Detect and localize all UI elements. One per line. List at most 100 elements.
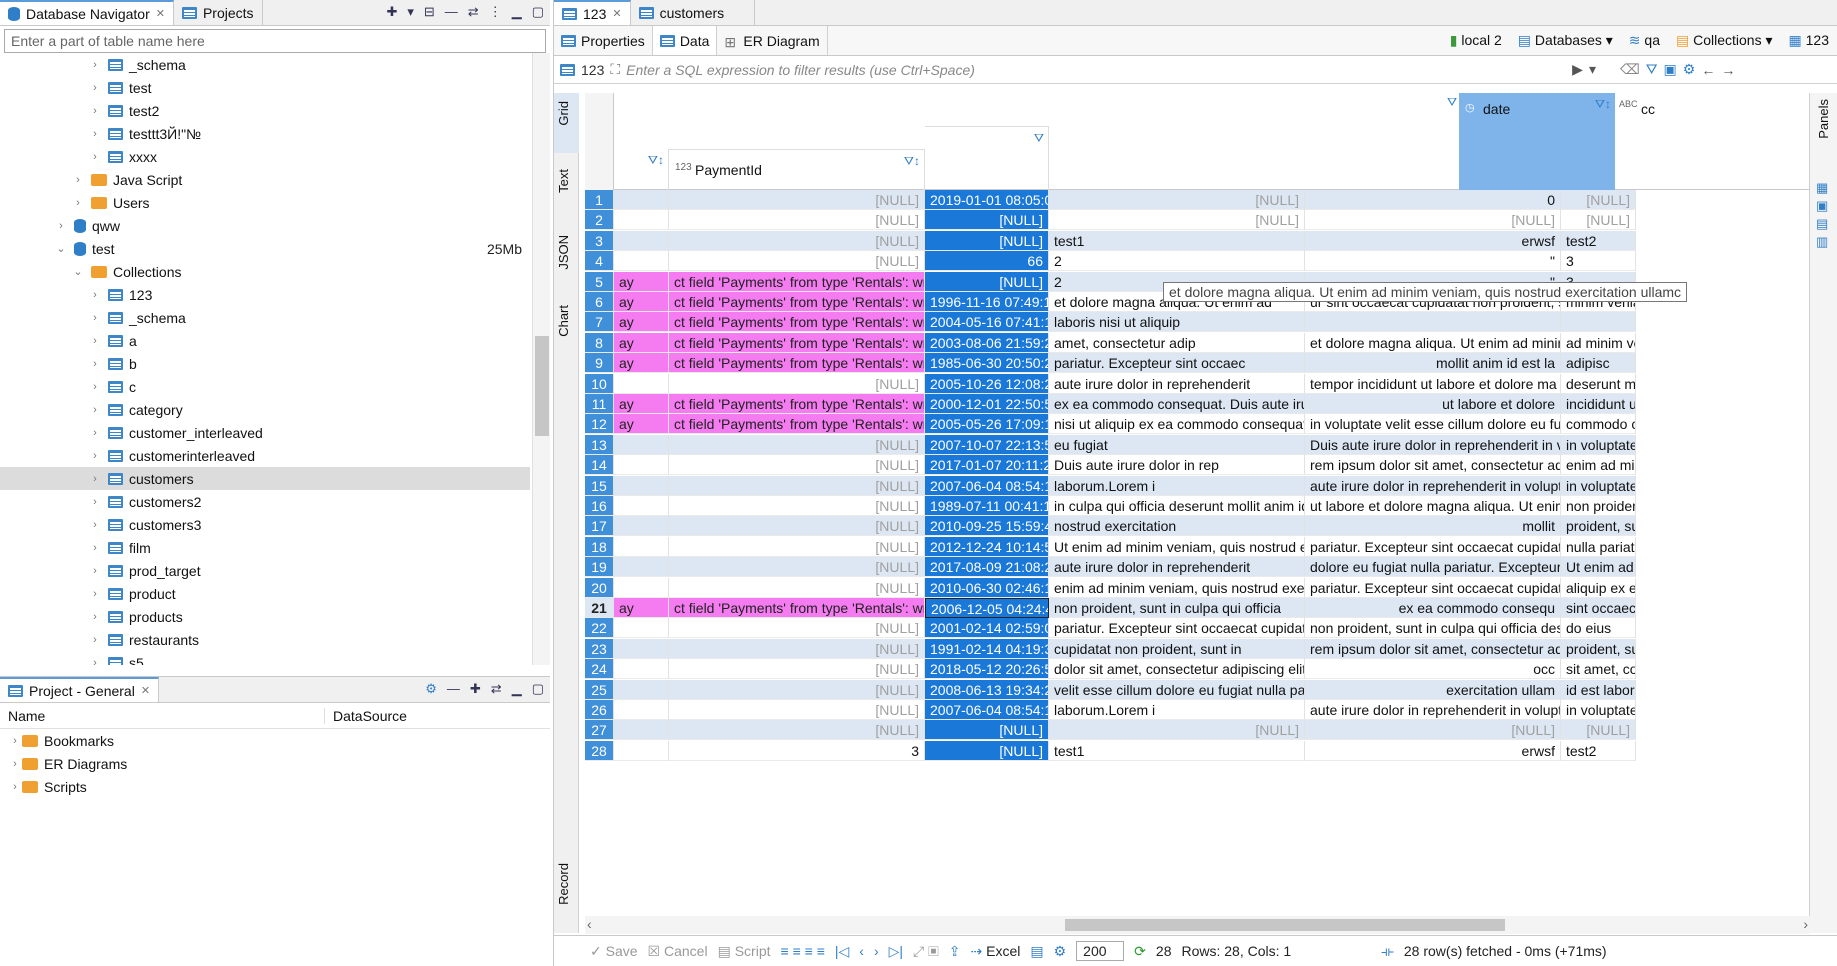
table-cell[interactable] — [614, 475, 669, 496]
table-cell[interactable]: velit esse cillum dolore eu fugiat nulla… — [1049, 679, 1305, 700]
tab-123[interactable]: 123 ✕ — [554, 0, 631, 25]
chevron-right-icon[interactable]: › — [54, 220, 68, 232]
chevron-right-icon[interactable]: › — [88, 473, 102, 485]
chevron-right-icon[interactable]: › — [88, 358, 102, 370]
link-icon[interactable]: ⇄ — [468, 4, 479, 20]
table-cell[interactable]: ay — [614, 292, 669, 312]
row-number[interactable]: 4 — [585, 251, 614, 272]
table-cell[interactable] — [614, 618, 669, 639]
tab-projects[interactable]: Projects — [174, 0, 263, 25]
table-cell[interactable]: Duis aute irure dolor in reprehenderit i… — [1305, 434, 1561, 455]
table-cell[interactable]: Ut enim ad minim veniam, quis nostrud ex… — [1049, 536, 1305, 557]
table-cell[interactable]: test1 — [1049, 740, 1305, 761]
databases-selector[interactable]: ▤ Databases ▾ — [1518, 32, 1613, 49]
table-cell[interactable] — [614, 659, 669, 680]
row-number[interactable]: 8 — [585, 332, 614, 353]
table-cell[interactable]: in voluptate — [1561, 475, 1636, 496]
table-cell[interactable]: 2017-01-07 20:11:24 — [925, 455, 1049, 476]
chevron-right-icon[interactable]: › — [88, 105, 102, 117]
table-cell[interactable]: 1996-11-16 07:49:11 — [925, 292, 1049, 312]
scroll-thumb[interactable] — [535, 336, 549, 436]
table-cell[interactable]: in voluptate — [1561, 434, 1636, 455]
minimize-view-icon[interactable]: ▁ — [512, 681, 522, 697]
table-cell[interactable]: tempor incididunt ut labore et dolore ma — [1305, 373, 1561, 394]
table-cell[interactable] — [614, 700, 669, 720]
chevron-right-icon[interactable]: › — [88, 588, 102, 600]
tree-item[interactable]: › prod_target — [0, 559, 530, 582]
table-cell[interactable]: [NULL] — [669, 434, 925, 455]
tree-item[interactable]: › customer_interleaved — [0, 421, 530, 444]
tree-item[interactable]: › _schema — [0, 53, 530, 76]
table-cell[interactable]: [NULL] — [669, 536, 925, 557]
tree-item[interactable]: › category — [0, 398, 530, 421]
table-row[interactable]: 22 [NULL] 2001-02-14 02:59:04 pariatur. Exc… — [585, 618, 1810, 639]
table-cell[interactable]: ay — [614, 414, 669, 435]
chevron-right-icon[interactable]: › — [88, 634, 102, 646]
table-row[interactable]: 20 [NULL] 2010-06-30 02:46:19 enim ad minim… — [585, 577, 1810, 598]
chevron-right-icon[interactable]: › — [71, 197, 85, 209]
table-row[interactable]: 28 3 [NULL] test1 erwsf test2 — [585, 740, 1810, 761]
table-cell[interactable]: 2007-10-07 22:13:56 — [925, 434, 1049, 455]
tab-properties[interactable]: Properties — [554, 26, 653, 55]
table-cell[interactable]: in culpa qui officia deserunt mollit ani… — [1049, 496, 1305, 516]
table-row[interactable]: 3 [NULL] [NULL] test1 erwsf test2 — [585, 230, 1810, 251]
row-number[interactable]: 19 — [585, 557, 614, 578]
table-cell[interactable]: [NULL] — [669, 516, 925, 537]
table-cell[interactable]: 1985-06-30 20:50:29 — [925, 353, 1049, 374]
table-cell[interactable]: [NULL] — [669, 638, 925, 659]
table-cell[interactable] — [614, 577, 669, 598]
table-cell[interactable]: et dolore magna aliqua. Ut enim ad minim… — [1305, 332, 1561, 353]
table-cell[interactable]: nulla pariatu — [1561, 536, 1636, 557]
table-cell[interactable]: 0 — [1305, 190, 1561, 210]
chevron-right-icon[interactable]: › — [71, 174, 85, 186]
table-row[interactable]: 14 [NULL] 2017-01-07 20:11:24 Duis aute iru… — [585, 455, 1810, 476]
cancel-button[interactable]: ☒ Cancel — [648, 943, 708, 960]
table-cell[interactable]: nostrud exercitation — [1049, 516, 1305, 537]
table-cell[interactable]: [NULL] — [669, 679, 925, 700]
table-cell[interactable]: ct field 'Payments' from type 'Rentals':… — [669, 414, 925, 435]
tab-database-navigator[interactable]: Database Navigator ✕ — [0, 0, 174, 25]
table-cell[interactable]: 2004-05-16 07:41:17 — [925, 312, 1049, 333]
table-cell[interactable]: Duis aute irure dolor in rep — [1049, 455, 1305, 476]
back-icon[interactable]: ← — [1701, 62, 1715, 78]
row-number[interactable]: 25 — [585, 679, 614, 700]
close-icon[interactable]: ✕ — [612, 7, 621, 20]
table-row[interactable]: 9 ay ct field 'Payments' from type 'Rental… — [585, 353, 1810, 374]
table-cell[interactable]: ut labore et dolore — [1305, 394, 1561, 414]
tree-item[interactable]: ⌄ test 25Mb — [0, 237, 530, 260]
table-cell[interactable]: ay — [614, 353, 669, 374]
table-cell[interactable]: 2000-12-01 22:50:53 — [925, 394, 1049, 414]
table-cell[interactable]: 3 — [1561, 251, 1636, 272]
table-cell[interactable]: [NULL] — [1049, 190, 1305, 210]
row-number[interactable]: 23 — [585, 638, 614, 659]
table-row[interactable]: 27 [NULL] [NULL] [NULL] [NULL] [NULL] — [585, 720, 1810, 741]
table-cell[interactable]: laborum.Lorem i — [1049, 700, 1305, 720]
row-number[interactable]: 2 — [585, 210, 614, 231]
table-cell[interactable]: 2017-08-09 21:08:25 — [925, 557, 1049, 578]
scroll-left-icon[interactable]: ‹ — [587, 916, 592, 932]
chevron-right-icon[interactable]: › — [88, 519, 102, 531]
play-icon[interactable]: ▶ — [1572, 61, 1583, 78]
table-cell[interactable]: erwsf — [1305, 230, 1561, 251]
table-cell[interactable] — [614, 230, 669, 251]
table-cell[interactable]: [NULL] — [669, 251, 925, 272]
table-cell[interactable]: [NULL] — [1049, 210, 1305, 231]
tree-item[interactable]: › s5 — [0, 651, 530, 665]
horizontal-scrollbar[interactable]: ‹ › — [585, 916, 1810, 934]
table-cell[interactable]: dolor sit amet, consectetur adipiscing e… — [1049, 659, 1305, 680]
table-row[interactable]: 10 [NULL] 2005-10-26 12:08:26 aute irure do… — [585, 373, 1810, 394]
table-cell[interactable]: [NULL] — [1561, 190, 1636, 210]
table-cell[interactable]: mollit anim id est la — [1305, 353, 1561, 374]
table-cell[interactable]: 2019-01-01 08:05:05 — [925, 190, 1049, 210]
table-row[interactable]: 24 [NULL] 2018-05-12 20:26:59 dolor sit ame… — [585, 659, 1810, 680]
table-cell[interactable]: ct field 'Payments' from type 'Rentals':… — [669, 394, 925, 414]
table-cell[interactable]: mollit — [1305, 516, 1561, 537]
tree-item[interactable]: › Java Script — [0, 168, 530, 191]
collapse-icon[interactable]: ⊟ — [424, 4, 435, 20]
table-row[interactable]: 21 ay ct field 'Payments' from type 'Renta… — [585, 598, 1810, 618]
project-item-bookmarks[interactable]: › Bookmarks — [0, 729, 550, 752]
table-cell[interactable]: ct field 'Payments' from type 'Rentals':… — [669, 353, 925, 374]
row-number[interactable]: 12 — [585, 414, 614, 435]
table-cell[interactable]: [NULL] — [669, 720, 925, 741]
gear-icon[interactable]: ⚙ — [425, 681, 437, 697]
